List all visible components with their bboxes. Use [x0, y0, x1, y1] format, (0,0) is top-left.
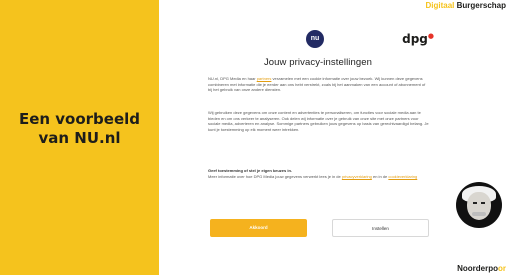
footer-brand-logo: Noorderpoor: [457, 263, 506, 275]
more-info-paragraph: Meer informatie over hoe DPG Media jouw …: [208, 174, 430, 180]
dialog-logos: nu dpg●: [196, 30, 440, 52]
left-panel-line-1: Een voorbeeld: [18, 110, 141, 128]
settings-button[interactable]: Instellen: [332, 219, 429, 237]
privacy-dialog: nu dpg● Jouw privacy-instellingen NU.nl,…: [196, 22, 440, 268]
more-info-prefix: Meer informatie over hoe DPG Media jouw …: [208, 174, 341, 179]
avatar-left-eye: [473, 202, 477, 204]
accept-button[interactable]: Akkoord: [210, 219, 307, 237]
left-yellow-panel: Een voorbeeld van NU.nl: [0, 0, 159, 275]
cookie-statement-link[interactable]: cookieverklaring: [388, 174, 417, 179]
dpg-logo-mark: ●: [427, 32, 434, 40]
footer-brand-main: Noorderpo: [457, 264, 498, 273]
privacy-statement-link[interactable]: privacyverklaring: [342, 174, 372, 179]
avatar-moustache: [472, 212, 486, 216]
avatar: [456, 182, 502, 228]
left-panel-line-2: van NU.nl: [38, 129, 121, 147]
usage-paragraph: Wij gebruiken deze gegevens om onze cont…: [208, 110, 429, 132]
avatar-right-eye: [481, 202, 485, 204]
nu-logo: nu: [306, 30, 324, 48]
intro-paragraph: NU.nl, DPG Media en haar partners verzam…: [208, 76, 430, 93]
partners-link[interactable]: partners: [257, 76, 272, 81]
consent-heading: Geef toestemming of stel je eigen keuzes…: [208, 168, 293, 173]
more-info-mid: en in de: [373, 174, 388, 179]
brand-accent: Digitaal: [425, 1, 455, 10]
left-panel-caption: Een voorbeeld van NU.nl: [0, 110, 159, 148]
dialog-title: Jouw privacy-instellingen: [263, 57, 373, 68]
dpg-logo-text: dpg: [402, 32, 428, 46]
dpg-logo: dpg●: [402, 32, 434, 46]
footer-brand-accent: or: [498, 264, 506, 273]
intro-prefix: NU.nl, DPG Media en haar: [208, 76, 256, 81]
brand-logo-top-right: Digitaal Burgerschap: [426, 0, 506, 12]
brand-main: Burgerschap: [456, 1, 506, 10]
